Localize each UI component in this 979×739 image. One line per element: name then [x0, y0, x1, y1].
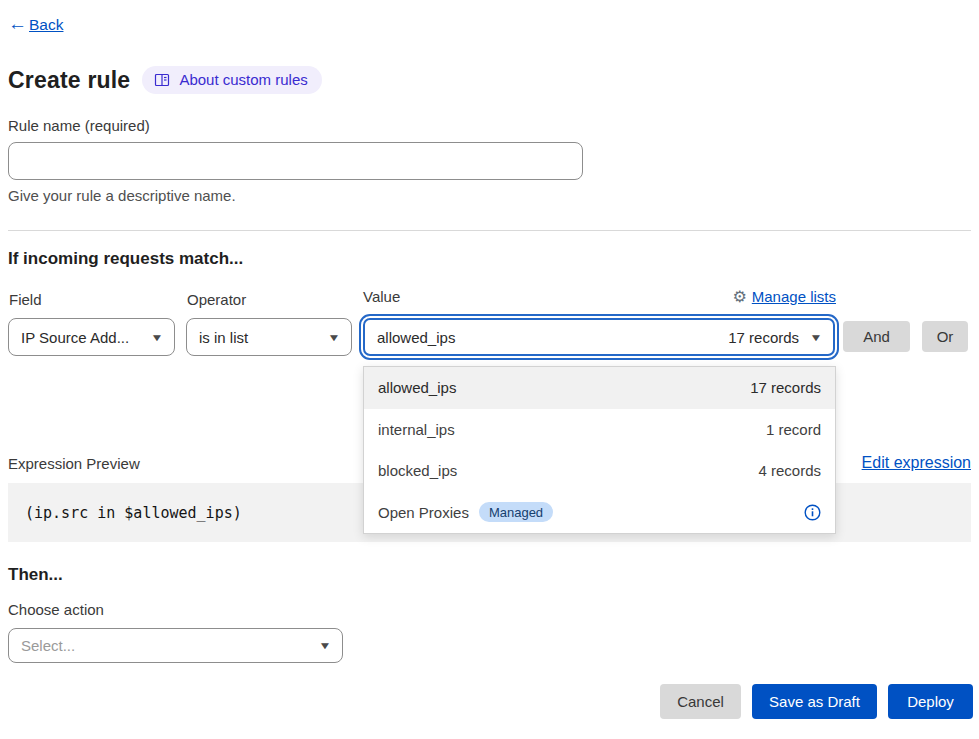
list-option-name: allowed_ips: [378, 379, 456, 396]
save-as-draft-button[interactable]: Save as Draft: [752, 684, 877, 719]
operator-label: Operator: [187, 291, 246, 308]
chevron-down-icon: ▼: [809, 332, 822, 343]
list-option-open-proxies[interactable]: Open Proxies Managed: [364, 492, 835, 534]
section-divider: [8, 230, 971, 231]
field-select[interactable]: IP Source Add... ▼: [8, 318, 175, 356]
field-label: Field: [9, 291, 42, 308]
about-badge-label: About custom rules: [179, 71, 307, 88]
list-option-meta: 4 records: [758, 462, 821, 479]
back-arrow-icon: ←: [8, 14, 27, 33]
managed-badge: Managed: [479, 502, 553, 522]
book-icon: [154, 72, 170, 88]
value-select-value: allowed_ips: [377, 329, 455, 346]
and-button[interactable]: And: [843, 321, 910, 352]
match-heading: If incoming requests match...: [8, 249, 243, 269]
list-option-blocked-ips[interactable]: blocked_ips 4 records: [364, 450, 835, 492]
manage-lists-label: Manage lists: [752, 288, 836, 305]
action-select[interactable]: Select... ▼: [8, 628, 343, 663]
info-icon[interactable]: [804, 504, 821, 521]
list-option-meta: 1 record: [766, 421, 821, 438]
then-heading: Then...: [8, 565, 63, 585]
rule-name-label: Rule name (required): [8, 117, 150, 134]
edit-expression-link[interactable]: Edit expression: [862, 454, 971, 472]
rule-name-input[interactable]: [8, 142, 583, 180]
field-select-value: IP Source Add...: [21, 329, 129, 346]
list-option-name: blocked_ips: [378, 462, 457, 479]
rule-name-helper: Give your rule a descriptive name.: [8, 187, 236, 204]
action-select-placeholder: Select...: [21, 637, 75, 654]
list-option-internal-ips[interactable]: internal_ips 1 record: [364, 409, 835, 451]
list-dropdown: allowed_ips 17 records internal_ips 1 re…: [363, 366, 836, 534]
list-option-allowed-ips[interactable]: allowed_ips 17 records: [364, 367, 835, 409]
list-option-name: internal_ips: [378, 421, 455, 438]
manage-lists-link[interactable]: ⚙ Manage lists: [732, 288, 836, 305]
expression-preview-label: Expression Preview: [8, 455, 140, 472]
page-title: Create rule: [8, 67, 130, 94]
cancel-button[interactable]: Cancel: [660, 684, 741, 719]
list-option-meta: 17 records: [750, 379, 821, 396]
about-custom-rules-badge[interactable]: About custom rules: [142, 66, 321, 94]
operator-select[interactable]: is in list ▼: [186, 318, 352, 356]
choose-action-label: Choose action: [8, 601, 104, 618]
back-link[interactable]: ← Back: [8, 15, 63, 34]
value-header: Value ⚙ Manage lists: [363, 288, 836, 305]
value-label: Value: [363, 288, 400, 305]
or-button[interactable]: Or: [922, 321, 968, 352]
chevron-down-icon: ▼: [150, 332, 163, 343]
chevron-down-icon: ▼: [318, 640, 331, 651]
value-select-meta: 17 records: [728, 329, 799, 346]
chevron-down-icon: ▼: [327, 332, 340, 343]
deploy-button[interactable]: Deploy: [888, 684, 973, 719]
list-option-name: Open Proxies: [378, 504, 469, 521]
gear-icon: ⚙: [732, 289, 746, 305]
value-select[interactable]: allowed_ips 17 records ▼: [363, 318, 835, 356]
back-label: Back: [29, 16, 63, 34]
title-row: Create rule About custom rules: [8, 66, 322, 94]
operator-select-value: is in list: [199, 329, 248, 346]
